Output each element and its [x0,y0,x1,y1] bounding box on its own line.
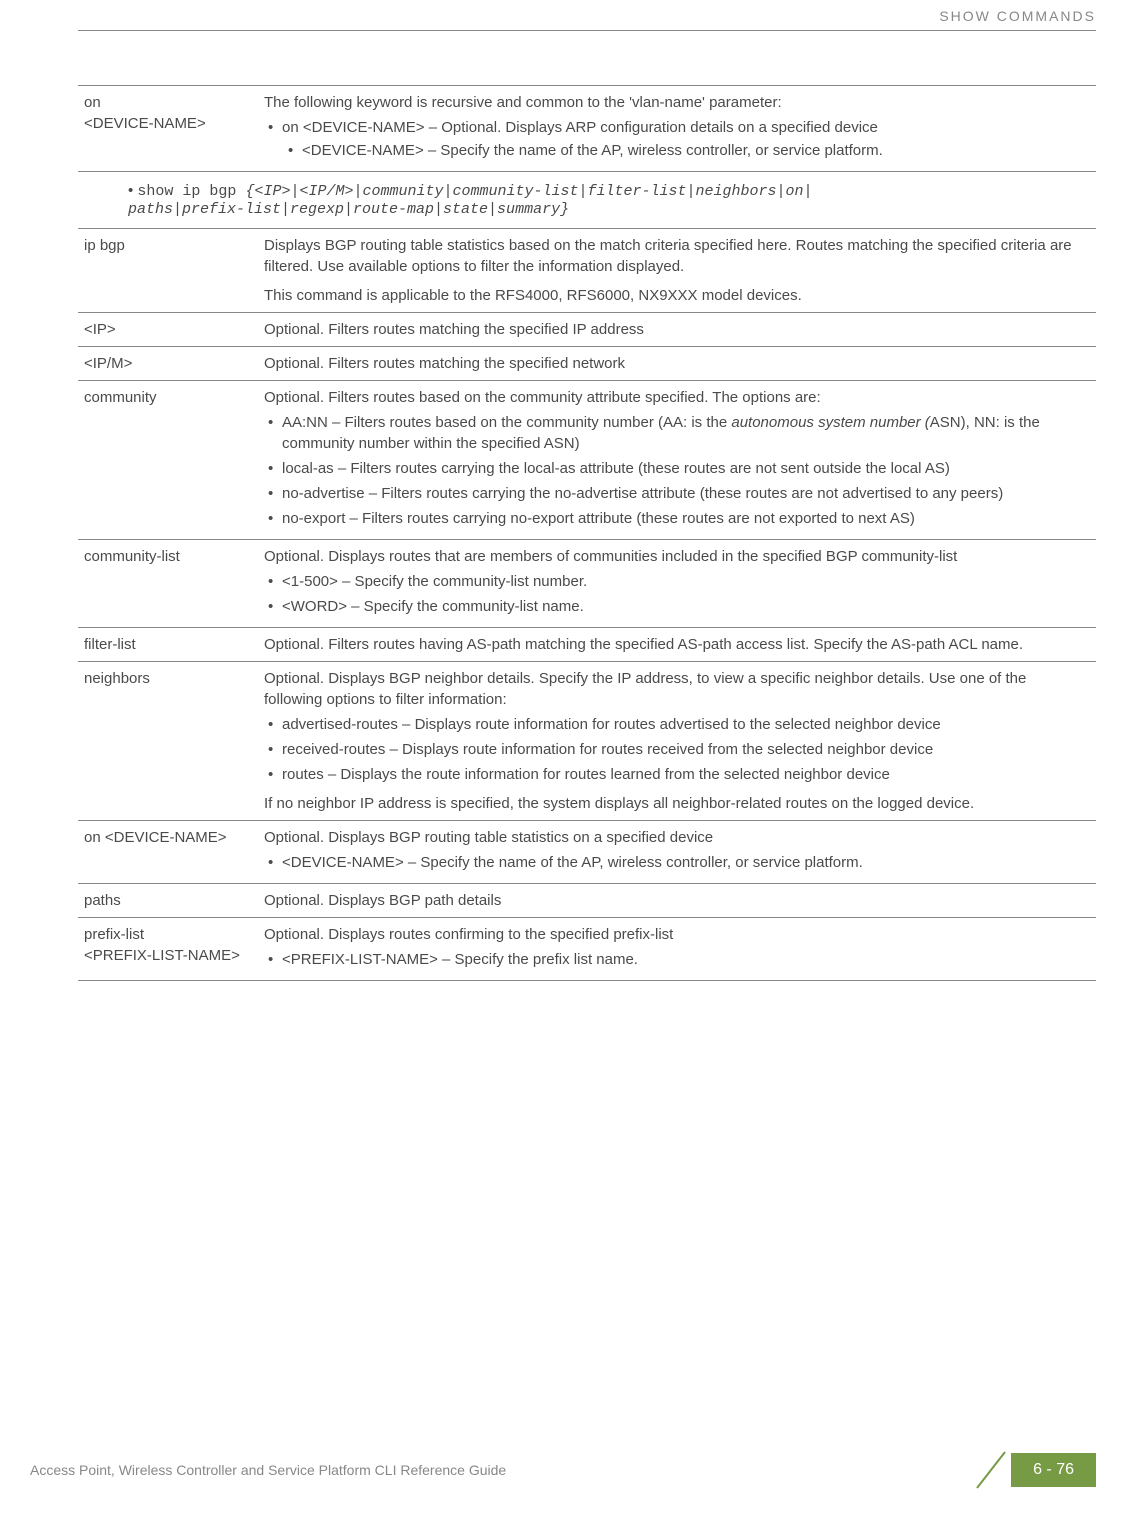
table-row: ip bgp Displays BGP routing table statis… [78,229,1096,313]
param-name-line1: on [84,94,101,111]
list-item: AA:NN – Filters routes based on the comm… [264,412,1086,454]
table-cell-label: <IP> [78,313,258,347]
table-row: <IP/M> Optional. Filters routes matching… [78,347,1096,381]
main-content: on <DEVICE-NAME> The following keyword i… [78,85,1096,981]
desc-p2: If no neighbor IP address is specified, … [264,793,1086,814]
list-item: on <DEVICE-NAME> – Optional. Displays AR… [264,117,1086,161]
table-cell-desc: Optional. Filters routes matching the sp… [258,347,1096,381]
list-item: <WORD> – Specify the community-list name… [264,596,1086,617]
table-cell-desc: Optional. Displays routes that are membe… [258,540,1096,628]
table-cell-label: ip bgp [78,229,258,313]
desc-list: <DEVICE-NAME> – Specify the name of the … [264,852,1086,873]
desc-list: on <DEVICE-NAME> – Optional. Displays AR… [264,117,1086,161]
table-row: paths Optional. Displays BGP path detail… [78,884,1096,918]
table-cell-label: on <DEVICE-NAME> [78,821,258,884]
header-divider [78,30,1096,31]
bullet-text: • [128,182,137,199]
param-name-line2: <DEVICE-NAME> [84,115,206,132]
table-row: prefix-list <PREFIX-LIST-NAME> Optional.… [78,918,1096,981]
command-args-cont: paths|prefix-list|regexp|route-map|state… [128,201,569,218]
table-cell-label: filter-list [78,628,258,662]
page-number-badge: 6 - 76 [965,1448,1096,1492]
list-item: received-routes – Displays route informa… [264,739,1086,760]
table-cell-label: community [78,381,258,540]
list-item: advertised-routes – Displays route infor… [264,714,1086,735]
text-span: AA:NN – Filters routes based on the comm… [282,414,731,431]
list-item: local-as – Filters routes carrying the l… [264,458,1086,479]
table-1: on <DEVICE-NAME> The following keyword i… [78,85,1096,172]
list-item: <DEVICE-NAME> – Specify the name of the … [264,852,1086,873]
command-syntax: • show ip bgp {<IP>|<IP/M>|community|com… [128,182,1096,218]
section-header: SHOW COMMANDS [939,8,1096,24]
table-cell-label: prefix-list <PREFIX-LIST-NAME> [78,918,258,981]
table-row: on <DEVICE-NAME> The following keyword i… [78,86,1096,172]
desc-p1: Optional. Displays BGP neighbor details.… [264,668,1086,710]
footer-text: Access Point, Wireless Controller and Se… [30,1462,506,1478]
list-item: <PREFIX-LIST-NAME> – Specify the prefix … [264,949,1086,970]
desc-list: <1-500> – Specify the community-list num… [264,571,1086,617]
table-cell-desc: Optional. Displays BGP routing table sta… [258,821,1096,884]
desc-p1: Optional. Displays routes that are membe… [264,546,1086,567]
table-cell-label: paths [78,884,258,918]
list-item-text: on <DEVICE-NAME> – Optional. Displays AR… [282,119,878,136]
table-row: community Optional. Filters routes based… [78,381,1096,540]
table-cell-desc: Optional. Filters routes having AS-path … [258,628,1096,662]
table-row: community-list Optional. Displays routes… [78,540,1096,628]
table-cell-desc: Optional. Filters routes matching the sp… [258,313,1096,347]
list-item: no-export – Filters routes carrying no-e… [264,508,1086,529]
table-cell-desc: Optional. Displays routes confirming to … [258,918,1096,981]
table-cell-desc: Optional. Displays BGP neighbor details.… [258,662,1096,821]
desc-list: <PREFIX-LIST-NAME> – Specify the prefix … [264,949,1086,970]
list-item: <DEVICE-NAME> – Specify the name of the … [284,140,1086,161]
table-cell-label: <IP/M> [78,347,258,381]
table-row: on <DEVICE-NAME> Optional. Displays BGP … [78,821,1096,884]
command-args: {<IP>|<IP/M>|community|community-list|fi… [245,183,812,200]
desc-list: AA:NN – Filters routes based on the comm… [264,412,1086,529]
desc-p1: Displays BGP routing table statistics ba… [264,235,1086,277]
table-cell-label: on <DEVICE-NAME> [78,86,258,172]
table-row: neighbors Optional. Displays BGP neighbo… [78,662,1096,821]
table-row: filter-list Optional. Filters routes hav… [78,628,1096,662]
desc-intro: The following keyword is recursive and c… [264,92,1086,113]
desc-list: advertised-routes – Displays route infor… [264,714,1086,785]
table-cell-label: community-list [78,540,258,628]
page-footer: Access Point, Wireless Controller and Se… [30,1448,1096,1492]
desc-p2: This command is applicable to the RFS400… [264,285,1086,306]
table-cell-desc: Optional. Displays BGP path details [258,884,1096,918]
italic-text: autonomous system number ( [731,414,929,431]
param-name-line2: <PREFIX-LIST-NAME> [84,947,240,964]
sub-list: <DEVICE-NAME> – Specify the name of the … [282,140,1086,161]
list-item: routes – Displays the route information … [264,764,1086,785]
desc-p1: Optional. Displays BGP routing table sta… [264,827,1086,848]
table-cell-label: neighbors [78,662,258,821]
list-item: <1-500> – Specify the community-list num… [264,571,1086,592]
param-name-line1: prefix-list [84,926,144,943]
list-item: no-advertise – Filters routes carrying t… [264,483,1086,504]
table-row: <IP> Optional. Filters routes matching t… [78,313,1096,347]
table-cell-desc: Optional. Filters routes based on the co… [258,381,1096,540]
table-cell-desc: Displays BGP routing table statistics ba… [258,229,1096,313]
slash-icon [965,1448,1017,1492]
table-cell-desc: The following keyword is recursive and c… [258,86,1096,172]
command-text: show ip bgp [137,183,245,200]
page-number: 6 - 76 [1011,1453,1096,1487]
table-2: ip bgp Displays BGP routing table statis… [78,228,1096,981]
desc-p1: Optional. Filters routes based on the co… [264,387,1086,408]
desc-p1: Optional. Displays routes confirming to … [264,924,1086,945]
